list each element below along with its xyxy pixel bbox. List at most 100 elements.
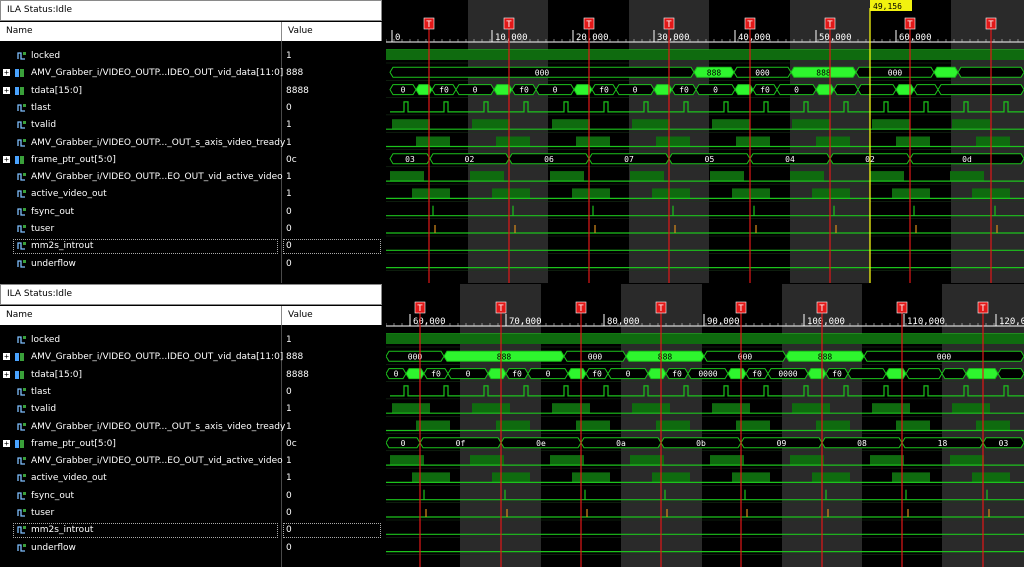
signal-row[interactable]: underflow 0 [0,256,384,273]
name-column-header[interactable]: Name [0,306,282,325]
signal-row[interactable]: locked 1 [0,332,384,349]
frame-ptr-value: 0 [401,439,406,448]
expand-icon[interactable]: + [3,370,10,378]
signal-row[interactable]: underflow 0 [0,540,384,557]
signal-row[interactable]: + frame_ptr_out[5:0] 0c [0,152,384,169]
signal-row[interactable]: locked 1 [0,48,384,65]
tvalid-wave-high [472,119,510,130]
signal-value: 1 [286,120,292,131]
cursor-readout: 49,156 [873,2,902,11]
signal-row[interactable]: AMV_Grabber_i/VIDEO_OUTP..._OUT_s_axis_v… [0,419,384,436]
signal-row[interactable]: + frame_ptr_out[5:0] 0c [0,436,384,453]
tdata-segment [913,84,939,96]
active-video-wave-high [732,472,770,483]
tdata-segment [941,368,967,380]
vid-active-wave-high [870,171,904,182]
vid-active-wave-high [550,171,584,182]
signal-row[interactable]: tvalid 1 [0,117,384,134]
tdata-segment [833,84,859,96]
vid-active-wave-high [630,171,664,182]
active-video-wave-high [572,472,610,483]
tdata-segment [487,368,507,380]
active-video-wave-high [492,188,530,199]
value-column-header[interactable]: Value [282,306,382,325]
trigger-marker-label: T [819,304,825,314]
signal-row[interactable]: tlast 0 [0,384,384,401]
tdata-value: f0 [431,370,441,379]
ila-panel-bottom: ILA Status:Idle Name Value locked 1 + AMV_G… [0,284,1024,567]
active-video-wave-high [972,472,1010,483]
value-column-header[interactable]: Value [282,22,382,41]
tready-wave-high [416,136,450,147]
tick-label: 10,000 [495,33,528,43]
signal-value: 8888 [286,369,309,380]
expand-icon[interactable]: + [3,155,10,163]
tick-label: 0 [395,33,400,43]
trigger-marker-label: T [747,20,753,30]
expand-icon[interactable]: + [3,69,10,77]
frame-ptr-value: 0d [962,155,972,164]
signal-row[interactable]: tuser 0 [0,505,384,522]
tvalid-wave-high [952,119,990,130]
bus-icon [15,155,25,165]
vid-data-value: 000 [888,68,903,77]
signal-row[interactable]: AMV_Grabber_i/VIDEO_OUTP...EO_OUT_vid_ac… [0,453,384,470]
signal-icon [17,525,27,535]
name-column-header[interactable]: Name [0,22,282,41]
tdata-value: 0000 [778,370,797,379]
signal-name: tdata[15:0] [31,85,83,96]
tdata-value: 0 [553,86,558,95]
tdata-value: f0 [512,370,522,379]
vid-data-value: 888 [818,352,833,361]
waveform-view[interactable]: 60,000 70,000 80,000 90,000 100,000 110,000 12… [386,284,1024,567]
trigger-marker-label: T [980,304,986,314]
tick-label: 40,000 [738,33,771,43]
trigger-marker-label: T [498,304,504,314]
tdata-value: f0 [752,370,762,379]
frame-ptr-value: 0b [696,439,706,448]
vid-active-wave-high [470,455,504,466]
expand-icon[interactable]: + [3,353,10,361]
waveform-view[interactable]: 0 10,000 20,000 30,000 40,000 50,000 60,000 000… [386,0,1024,283]
signal-name: mm2s_introut [31,241,94,252]
tick-label: 60,000 [413,317,446,327]
tready-wave-high [896,136,930,147]
vid-data-value: 000 [937,352,952,361]
tdata-segment [905,368,943,380]
signal-row[interactable]: tvalid 1 [0,401,384,418]
signal-value: 1 [286,51,292,61]
signal-icon [17,207,27,217]
waveform-canvas[interactable]: 60,000 70,000 80,000 90,000 100,000 110,000 12… [386,284,1024,567]
signal-row[interactable]: AMV_Grabber_i/VIDEO_OUTP..._OUT_s_axis_v… [0,135,384,152]
signal-row[interactable]: AMV_Grabber_i/VIDEO_OUTP...EO_OUT_vid_ac… [0,169,384,186]
signal-row[interactable]: active_video_out 1 [0,470,384,487]
signal-row[interactable]: tlast 0 [0,100,384,117]
tdata-value: f0 [760,86,770,95]
signal-row[interactable]: + AMV_Grabber_i/VIDEO_OUTP...IDEO_OUT_vid… [0,349,384,366]
signal-row[interactable]: + tdata[15:0] 8888 [0,367,384,384]
tready-wave-high [736,136,770,147]
frame-ptr-value: 05 [705,155,715,164]
expand-icon[interactable]: + [3,86,10,94]
signal-row[interactable]: + AMV_Grabber_i/VIDEO_OUTP...IDEO_OUT_vid… [0,65,384,82]
vid-data-value: 000 [588,352,603,361]
tick-label: 60,000 [899,33,932,43]
signal-row[interactable]: mm2s_introut 0 [0,522,384,539]
signal-row[interactable]: fsync_out 0 [0,204,384,221]
signal-icon [17,491,27,501]
waveform-canvas[interactable]: 0 10,000 20,000 30,000 40,000 50,000 60,000000… [386,0,1024,283]
signal-row[interactable]: tuser 0 [0,221,384,238]
tdata-value: f0 [439,86,449,95]
signal-name: AMV_Grabber_i/VIDEO_OUTP..._OUT_s_axis_v… [31,137,286,148]
signal-row[interactable]: + tdata[15:0] 8888 [0,83,384,100]
vid-data-value: 888 [658,352,673,361]
expand-icon[interactable]: + [3,439,10,447]
signal-value: 1 [286,335,292,345]
signal-name: tuser [31,224,55,234]
signal-row[interactable]: mm2s_introut 0 [0,238,384,255]
tdata-value: 0 [633,86,638,95]
tvalid-wave-high [392,403,430,414]
signal-row[interactable]: active_video_out 1 [0,186,384,203]
vid-active-wave-high [870,455,904,466]
signal-row[interactable]: fsync_out 0 [0,488,384,505]
